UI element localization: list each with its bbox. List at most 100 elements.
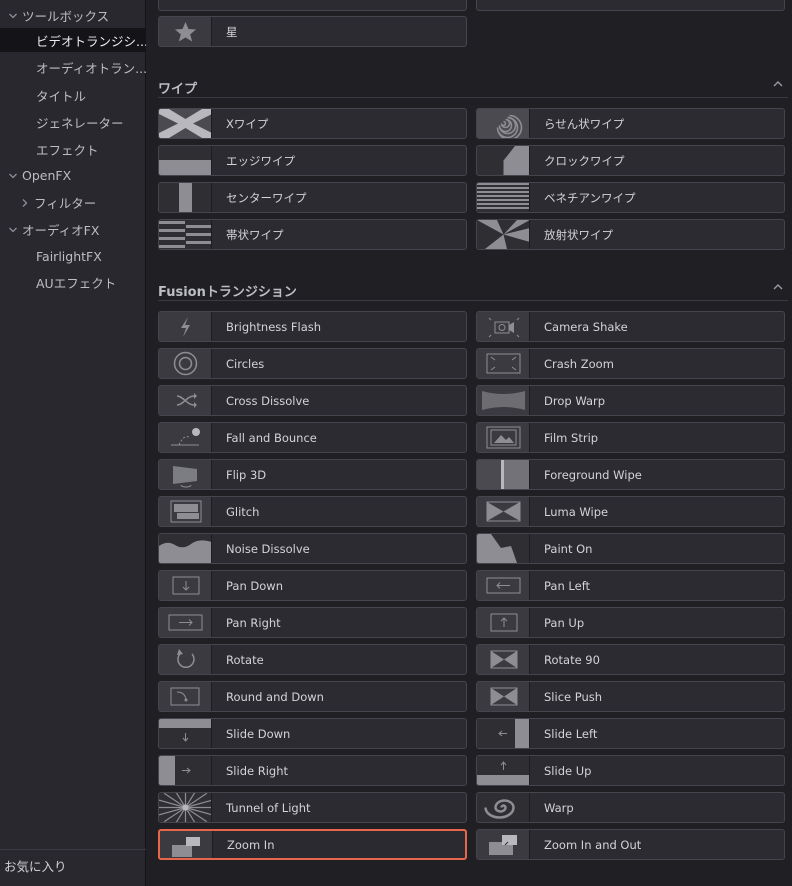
transition-tile[interactable]: センターワイプ xyxy=(158,182,467,213)
sidebar-item-label: フィルター xyxy=(34,195,97,211)
transition-tile[interactable]: Glitch xyxy=(158,496,467,527)
transition-tile[interactable]: エッジワイプ xyxy=(158,145,467,176)
transition-tile[interactable]: Film Strip xyxy=(476,422,785,453)
transition-tile[interactable]: Xワイプ xyxy=(158,108,467,139)
transition-tile[interactable]: Slide Down xyxy=(158,718,467,749)
transition-tile[interactable]: Rotate xyxy=(158,644,467,675)
transition-label: Film Strip xyxy=(544,430,599,445)
rotate-90-icon xyxy=(477,645,530,674)
transition-tile[interactable]: Noise Dissolve xyxy=(158,533,467,564)
transition-label: Tunnel of Light xyxy=(226,800,311,815)
transition-label: Zoom In xyxy=(227,837,275,852)
transition-tile-partial[interactable] xyxy=(158,0,467,11)
star-icon xyxy=(159,17,212,46)
transition-tile[interactable]: 星 xyxy=(158,16,467,47)
sidebar-item-1[interactable]: ビデオトランジシ... xyxy=(0,28,146,52)
transition-label: 星 xyxy=(226,24,238,39)
transition-label: Pan Right xyxy=(226,615,281,630)
tunnel-icon xyxy=(159,793,212,822)
transition-tile[interactable]: Foreground Wipe xyxy=(476,459,785,490)
transition-label: Fall and Bounce xyxy=(226,430,317,445)
fall-bounce-icon xyxy=(159,423,212,452)
effects-library-panel: 星ワイプ Xワイプ らせん状ワイプ エッジワイプ クロックワイプ センターワイプ ベネチアン… xyxy=(147,0,792,886)
transition-label: Slice Push xyxy=(544,689,603,704)
transition-label: Flip 3D xyxy=(226,467,267,482)
transition-tile[interactable]: Pan Up xyxy=(476,607,785,638)
transition-label: Warp xyxy=(544,800,574,815)
transition-label: Slide Right xyxy=(226,763,289,778)
x-wipe-icon xyxy=(159,109,212,138)
transition-tile[interactable]: Warp xyxy=(476,792,785,823)
edge-wipe-icon xyxy=(159,146,212,175)
venetian-wipe-icon xyxy=(477,183,530,212)
transition-tile[interactable]: Flip 3D xyxy=(158,459,467,490)
sidebar-item-8[interactable]: オーディオFX xyxy=(0,217,146,241)
transition-tile[interactable]: Pan Left xyxy=(476,570,785,601)
transition-tile[interactable]: Camera Shake xyxy=(476,311,785,342)
transition-tile[interactable]: 帯状ワイプ xyxy=(158,219,467,250)
noise-dissolve-icon xyxy=(159,534,212,563)
transition-label: Crash Zoom xyxy=(544,356,614,371)
sidebar-item-label: ジェネレーター xyxy=(36,115,124,131)
transition-label: Brightness Flash xyxy=(226,319,322,334)
transition-tile[interactable]: Pan Down xyxy=(158,570,467,601)
transition-label: Cross Dissolve xyxy=(226,393,310,408)
transition-tile[interactable]: Luma Wipe xyxy=(476,496,785,527)
chevron-down-icon[interactable] xyxy=(4,169,22,182)
flash-icon xyxy=(159,312,212,341)
chevron-down-icon[interactable] xyxy=(4,223,22,236)
transition-tile[interactable]: らせん状ワイプ xyxy=(476,108,785,139)
sidebar-item-2[interactable]: オーディオトラン... xyxy=(0,55,146,79)
clock-wipe-icon xyxy=(477,146,530,175)
transition-tile[interactable]: Round and Down xyxy=(158,681,467,712)
transition-tile-partial[interactable] xyxy=(476,0,785,11)
transition-tile[interactable]: Drop Warp xyxy=(476,385,785,416)
transition-tile[interactable]: クロックワイプ xyxy=(476,145,785,176)
luma-wipe-icon xyxy=(477,497,530,526)
sidebar-item-5[interactable]: エフェクト xyxy=(0,137,146,161)
transition-tile[interactable]: Fall and Bounce xyxy=(158,422,467,453)
transition-tile[interactable]: Zoom In and Out xyxy=(476,829,785,860)
chevron-up-icon[interactable] xyxy=(772,281,786,295)
transition-tile[interactable]: Slice Push xyxy=(476,681,785,712)
transition-tile[interactable]: Paint On xyxy=(476,533,785,564)
slide-down-icon xyxy=(159,719,212,748)
sidebar-item-4[interactable]: ジェネレーター xyxy=(0,110,146,134)
transition-tile[interactable]: Crash Zoom xyxy=(476,348,785,379)
sidebar-item-0[interactable]: ツールボックス xyxy=(0,3,146,27)
band-wipe-icon xyxy=(159,220,212,249)
favorites-label[interactable]: お気に入り xyxy=(4,856,67,875)
transition-tile[interactable]: 放射状ワイプ xyxy=(476,219,785,250)
glitch-icon xyxy=(159,497,212,526)
transition-tile[interactable]: Brightness Flash xyxy=(158,311,467,342)
center-wipe-icon xyxy=(159,183,212,212)
transition-tile[interactable]: Tunnel of Light xyxy=(158,792,467,823)
sidebar-item-label: タイトル xyxy=(36,88,87,104)
sidebar-item-10[interactable]: AUエフェクト xyxy=(0,270,146,294)
chevron-down-icon[interactable] xyxy=(4,9,22,22)
transition-label: Luma Wipe xyxy=(544,504,609,519)
transition-tile[interactable]: Cross Dissolve xyxy=(158,385,467,416)
transition-tile[interactable]: Slide Left xyxy=(476,718,785,749)
sidebar-item-7[interactable]: フィルター xyxy=(0,190,146,214)
transition-tile[interactable]: ベネチアンワイプ xyxy=(476,182,785,213)
transition-tile[interactable]: Slide Right xyxy=(158,755,467,786)
camera-icon xyxy=(477,312,530,341)
transition-tile[interactable]: Pan Right xyxy=(158,607,467,638)
sidebar-item-label: オーディオトラン... xyxy=(36,60,146,76)
sidebar-item-9[interactable]: FairlightFX xyxy=(0,244,146,268)
spiral-wipe-icon xyxy=(477,109,530,138)
sidebar-item-6[interactable]: OpenFX xyxy=(0,163,146,187)
transition-tile[interactable]: Circles xyxy=(158,348,467,379)
paint-on-icon xyxy=(477,534,530,563)
chevron-right-icon[interactable] xyxy=(16,196,34,209)
transition-tile[interactable]: Zoom In xyxy=(158,829,467,860)
chevron-up-icon[interactable] xyxy=(772,78,786,92)
transition-tile[interactable]: Rotate 90 xyxy=(476,644,785,675)
transition-tile[interactable]: Slide Up xyxy=(476,755,785,786)
pan-down-icon xyxy=(159,571,212,600)
sidebar-item-3[interactable]: タイトル xyxy=(0,83,146,107)
transition-label: Slide Down xyxy=(226,726,291,741)
transition-label: エッジワイプ xyxy=(226,153,295,168)
transition-label: センターワイプ xyxy=(226,190,307,205)
